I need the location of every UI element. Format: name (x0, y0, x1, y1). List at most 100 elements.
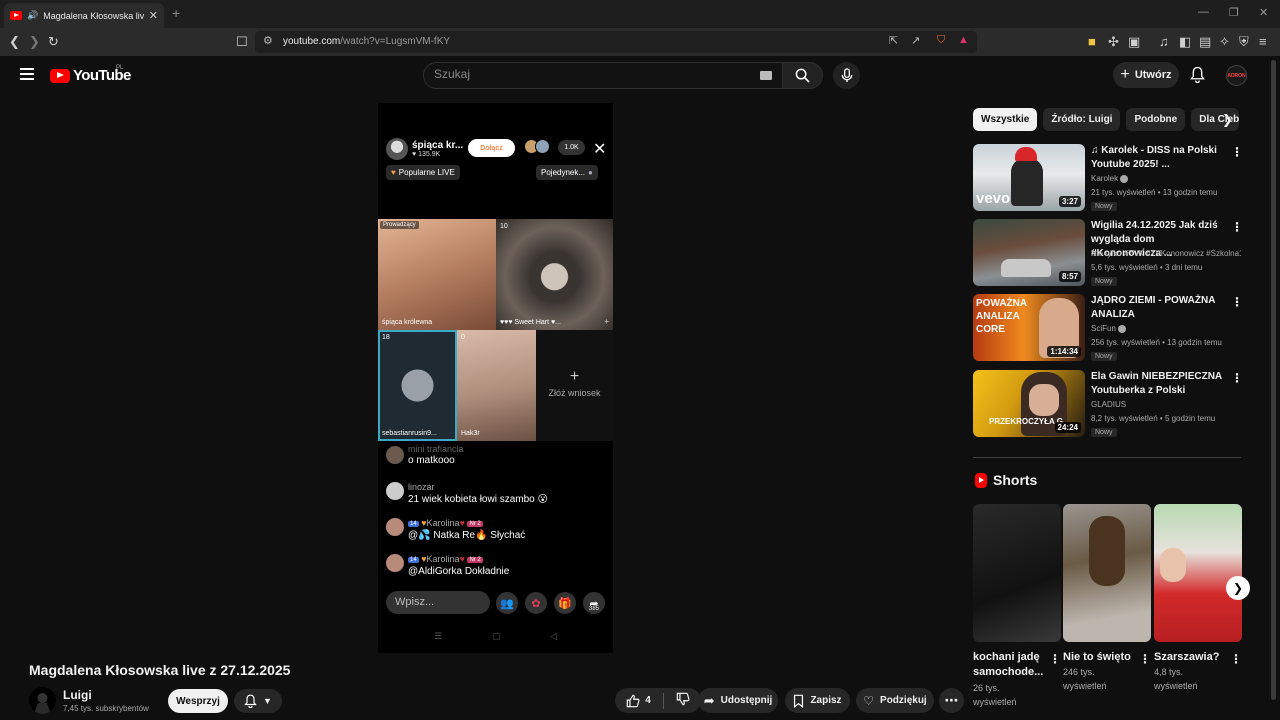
chip-source[interactable]: Źródło: Luigi (1043, 108, 1121, 131)
share-page-icon[interactable]: ↗ (911, 34, 920, 47)
speaker-icon[interactable]: 🔊 (27, 10, 38, 21)
thanks-button[interactable]: ♡ Podziękuj (856, 688, 934, 713)
support-button[interactable]: Wesprzyj (168, 689, 228, 713)
top-viewers[interactable] (524, 139, 550, 154)
wallet-icon[interactable]: ▤ (1199, 33, 1211, 51)
back-icon[interactable]: ❮ (9, 33, 20, 51)
save-button[interactable]: Zapisz (785, 688, 850, 713)
puzzle-icon[interactable]: ✣ (1108, 33, 1119, 51)
open-external-icon[interactable]: ⇱ (889, 34, 898, 47)
channel-name[interactable]: Luigi (63, 688, 92, 702)
duel-chip[interactable]: Pojedynek... ● (536, 165, 598, 180)
keyboard-icon[interactable] (760, 71, 772, 80)
minimize-icon[interactable]: — (1198, 6, 1209, 18)
sidebar-icon[interactable]: ◧ (1179, 33, 1191, 51)
forward-icon[interactable]: ❯ (29, 33, 40, 51)
guest-tile[interactable]: 10 ♥♥♥ Sweet Hart ♥... + (496, 219, 613, 330)
search-input[interactable] (434, 67, 734, 81)
close-window-icon[interactable]: ✕ (1259, 6, 1268, 19)
chip-related[interactable]: Podobne (1126, 108, 1186, 131)
new-tab-icon[interactable]: + (172, 5, 180, 21)
short-item[interactable]: Nie to święto 246 tys. wyświetleń ⋮ (1063, 504, 1151, 691)
viewer-count[interactable]: 1.0K (558, 140, 585, 155)
voice-search-button[interactable] (833, 62, 860, 89)
dislike-button[interactable] (676, 692, 690, 709)
guest-tile[interactable]: 0 Hak3r (457, 330, 536, 441)
popular-live-chip[interactable]: ♥ Popularne LIVE (386, 165, 460, 180)
more-options-icon[interactable]: ⋮ (1231, 146, 1243, 158)
menu-icon[interactable]: ≡ (1259, 33, 1267, 51)
recommendation-item[interactable]: vevo 3:27 ♫ Karolek - DISS na Polski You… (973, 144, 1245, 212)
guests-icon[interactable]: 👥 (496, 592, 518, 614)
account-avatar[interactable]: ADRON (1226, 65, 1247, 86)
short-thumbnail[interactable] (973, 504, 1061, 642)
site-settings-icon[interactable]: ⚙ (263, 34, 273, 47)
recommendation-item[interactable]: PRZEKROCZYŁA G 24:24 Ela Gawin NIEBEZPIE… (973, 370, 1245, 438)
short-thumbnail[interactable] (1063, 504, 1151, 642)
apply-tile[interactable]: + Złóż wniosek (536, 330, 613, 441)
ai-icon[interactable]: ✧ (1219, 33, 1230, 51)
maximize-icon[interactable]: ❐ (1229, 6, 1239, 19)
join-button[interactable]: Dołącz (468, 139, 515, 157)
reload-icon[interactable]: ↻ (48, 33, 59, 51)
viewer-avatar (535, 139, 550, 154)
chip-all[interactable]: Wszystkie (973, 108, 1038, 131)
recent-apps-icon: ☰ (434, 631, 443, 641)
share-button[interactable]: ➦ Udostępnij (698, 688, 778, 713)
video-thumbnail[interactable]: PRZEKROCZYŁA G 24:24 (973, 370, 1085, 437)
duel-label: Pojedynek... (541, 168, 586, 177)
video-thumbnail[interactable]: 8:57 (973, 219, 1085, 286)
guide-menu-icon[interactable] (20, 68, 34, 83)
channel-avatar[interactable] (29, 687, 56, 714)
like-button[interactable]: 4 (626, 694, 651, 708)
gift-icon[interactable]: 🎁 (554, 592, 576, 614)
video-thumbnail[interactable]: vevo 3:27 (973, 144, 1085, 211)
bookmark-icon[interactable]: ☐ (236, 33, 248, 51)
chevron-right-icon[interactable]: ❯ (1222, 112, 1233, 128)
guest-count: 18 (382, 334, 390, 341)
browser-tabbar: 🔊 Magdalena Kłosowska live z 2 ✕ + — ❐ ✕ (0, 0, 1280, 28)
video-player[interactable]: śpiąca kr... ♥ 135.9K Dołącz 1.0K ✕ ♥ Pop… (378, 103, 613, 653)
more-options-icon[interactable]: ⋮ (1231, 221, 1243, 233)
shorts-next-button[interactable]: ❯ (1226, 576, 1250, 600)
more-options-icon[interactable]: ⋮ (1230, 652, 1242, 666)
scrollbar-thumb[interactable] (1271, 60, 1276, 700)
more-options-icon[interactable]: ⋮ (1049, 652, 1061, 666)
more-actions-icon[interactable]: ⋯ (939, 688, 964, 713)
screenshot-icon[interactable]: ▣ (1128, 33, 1140, 51)
video-thumbnail[interactable]: POWAŻNA ANALIZA CORE 1:14:34 (973, 294, 1085, 361)
channel-name: SciFun (1091, 324, 1241, 333)
rose-icon[interactable]: ✿ (525, 592, 547, 614)
close-live-icon[interactable]: ✕ (593, 139, 606, 159)
search-button[interactable] (783, 62, 823, 89)
create-button[interactable]: + Utwórz (1113, 62, 1179, 88)
extension-icon[interactable]: ■ (1088, 33, 1096, 51)
brave-shield-icon[interactable]: ⛉ (937, 34, 945, 47)
live-comment-input[interactable]: Wpisz... (386, 591, 490, 614)
thumbnail-text: POWAŻNA ANALIZA CORE (976, 298, 1027, 335)
more-options-icon[interactable]: ⋮ (1231, 296, 1243, 308)
scrollbar[interactable] (1271, 60, 1276, 700)
short-item[interactable]: Szarszawia? 4,8 tys. wyświetleń ⋮ (1154, 504, 1242, 691)
short-thumbnail[interactable] (1154, 504, 1242, 642)
more-options-icon[interactable]: ⋮ (1139, 652, 1151, 666)
more-options-icon[interactable]: ⋮ (1231, 372, 1243, 384)
guest-tile[interactable]: 18 sebastianrusin9... (378, 330, 457, 441)
level-badge: 14 (408, 556, 419, 563)
notifications-button[interactable] (1190, 66, 1205, 88)
media-icon[interactable]: ♫ (1159, 33, 1169, 51)
tab-title: Magdalena Kłosowska live z 2 (43, 10, 144, 21)
close-tab-icon[interactable]: ✕ (149, 9, 158, 22)
recommendation-item[interactable]: 8:57 Wigilia 24.12.2025 Jak dziś wygląda… (973, 219, 1245, 287)
share-live-icon[interactable]: ➦ 385 (583, 592, 605, 614)
recommendation-item[interactable]: POWAŻNA ANALIZA CORE 1:14:34 JĄDRO ZIEMI… (973, 294, 1245, 362)
vpn-icon[interactable]: ⛨ (1239, 33, 1249, 51)
subscribed-notifications-button[interactable]: ▼ (234, 689, 282, 713)
guest-tile[interactable]: Prowadzący śpiąca królewna (378, 219, 496, 330)
add-icon[interactable]: + (604, 317, 609, 326)
short-item[interactable]: kochani jadę samochode... 26 tys. wyświe… (973, 504, 1061, 707)
rewards-icon[interactable]: ▲ (958, 34, 969, 46)
address-bar[interactable]: ⚙ youtube.com/watch?v=LugsmVM-fKY ⇱ ↗ ⛉ … (255, 31, 977, 53)
browser-tab[interactable]: 🔊 Magdalena Kłosowska live z 2 ✕ (4, 3, 164, 28)
youtube-logo[interactable]: YouTube PL (50, 65, 131, 84)
